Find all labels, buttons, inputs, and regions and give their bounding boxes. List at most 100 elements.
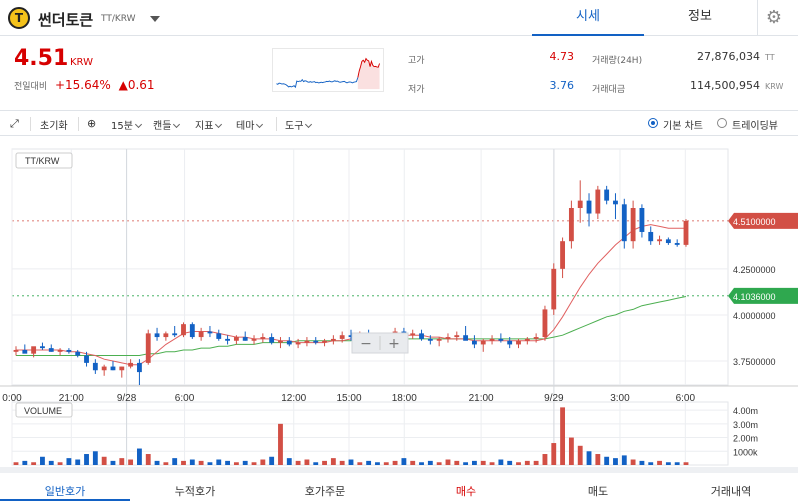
candle <box>639 208 645 232</box>
candle <box>322 340 327 343</box>
zoom-control[interactable]: − + <box>351 332 409 354</box>
volume-bar <box>313 462 319 465</box>
volume-bar <box>172 458 178 465</box>
candle <box>189 324 195 338</box>
candle <box>198 331 204 338</box>
volume-bar <box>524 460 530 465</box>
toolbar-divider <box>30 117 31 131</box>
candle <box>621 204 627 242</box>
candle <box>665 239 671 244</box>
candle-label: 캔들 <box>153 121 172 132</box>
volume-bar <box>560 407 566 465</box>
volume-bar <box>119 458 125 465</box>
candle <box>22 349 28 354</box>
tab-quote[interactable]: 시세 <box>532 0 644 36</box>
candle <box>40 346 45 349</box>
basic-chart-radio[interactable] <box>648 118 658 128</box>
volume-bar <box>401 458 407 465</box>
candle <box>154 333 160 338</box>
volume-bar <box>207 462 213 465</box>
amount-unit: KRW <box>765 82 784 91</box>
chevron-down-icon <box>134 120 142 129</box>
candle <box>260 337 266 339</box>
interval-select[interactable]: 15분 <box>111 117 142 132</box>
volume-bar <box>542 454 548 465</box>
candle <box>542 309 548 338</box>
tab-cumulative-orderbook[interactable]: 누적호가 <box>130 483 260 499</box>
current-price: 4.51 <box>14 46 69 71</box>
header-bar: T 썬더토큰 TT/KRW 시세 정보 ⚙ <box>0 0 798 36</box>
chevron-down-icon[interactable] <box>150 16 160 22</box>
tab-sell[interactable]: 매도 <box>532 483 664 499</box>
indicator-select[interactable]: 지표 <box>195 117 223 132</box>
globe-icon[interactable]: ⊕ <box>87 117 96 130</box>
tab-history[interactable]: 거래내역 <box>664 483 798 499</box>
theme-select[interactable]: 테마 <box>236 117 264 132</box>
volume-bar <box>260 459 266 465</box>
candle <box>163 333 169 338</box>
candle <box>604 189 610 201</box>
tab-general-orderbook[interactable]: 일반호가 <box>0 483 130 501</box>
gear-icon[interactable]: ⚙ <box>763 7 785 28</box>
volume-bar <box>189 459 195 465</box>
candle <box>181 324 186 336</box>
volume-bar <box>419 462 424 465</box>
reset-button[interactable]: 초기화 <box>40 117 68 132</box>
candle <box>110 366 116 371</box>
volume-bar <box>251 462 257 465</box>
candle-select[interactable]: 캔들 <box>153 117 181 132</box>
coin-name[interactable]: 썬더토큰 <box>38 9 93 30</box>
volume-bar <box>75 459 81 465</box>
volume-bar <box>507 460 513 465</box>
volume-bar <box>304 459 310 465</box>
candle <box>560 241 566 269</box>
bottom-tabs: 일반호가 누적호가 호가주문 매수 매도 거래내역 <box>0 467 798 501</box>
tradingview-radio[interactable] <box>717 118 727 128</box>
candle <box>595 189 601 214</box>
candle <box>445 337 451 339</box>
basic-chart-label[interactable]: 기본 차트 <box>663 117 703 132</box>
candle <box>57 349 63 352</box>
interval-label: 15분 <box>111 121 133 132</box>
volume-bar <box>498 459 504 465</box>
volume-bar <box>348 459 354 465</box>
volume-bar <box>92 451 98 465</box>
volume-tick-label: 1000k <box>733 447 758 457</box>
candle <box>136 362 142 373</box>
volume-bar <box>665 462 671 465</box>
tradingview-label[interactable]: 트레이딩뷰 <box>732 117 778 132</box>
candle <box>498 338 504 341</box>
price-tick-label: 4.0000000 <box>733 311 776 321</box>
zoom-in-icon[interactable]: + <box>388 336 400 352</box>
coin-pair[interactable]: TT/KRW <box>101 14 136 24</box>
volume-bar <box>57 462 63 465</box>
chevron-down-icon <box>256 120 264 129</box>
volume-bar <box>375 462 380 465</box>
candle <box>577 200 583 208</box>
volume-bar <box>621 455 627 465</box>
volume-bar <box>225 460 231 465</box>
candle <box>216 333 222 339</box>
tab-order-by-book[interactable]: 호가주문 <box>260 483 390 499</box>
price-tick-label: 3.7500000 <box>733 357 776 367</box>
candle <box>269 337 275 343</box>
time-tick-label: 9/28 <box>117 393 137 404</box>
volume-bar <box>454 460 460 465</box>
tab-info[interactable]: 정보 <box>644 0 756 36</box>
volume-bar <box>366 460 372 465</box>
volume-bar <box>48 460 54 465</box>
tools-select[interactable]: 도구 <box>285 117 313 132</box>
price-chart[interactable]: 4.2500000 4.0000000 3.7500000 4.00m 3.00m 2.0… <box>0 137 798 467</box>
candle <box>480 340 486 345</box>
volume-bar <box>630 459 636 465</box>
mini-chart <box>272 48 384 92</box>
high-value: 4.73 <box>549 50 575 63</box>
volume-bar <box>471 460 477 465</box>
candle <box>419 333 424 339</box>
coin-logo: T <box>8 7 30 29</box>
expand-icon[interactable]: ⤢ <box>10 117 19 131</box>
tab-buy[interactable]: 매수 <box>400 483 532 499</box>
zoom-out-icon[interactable]: − <box>360 336 372 352</box>
volume-bar <box>101 456 107 465</box>
high-label: 고가 <box>408 56 425 66</box>
